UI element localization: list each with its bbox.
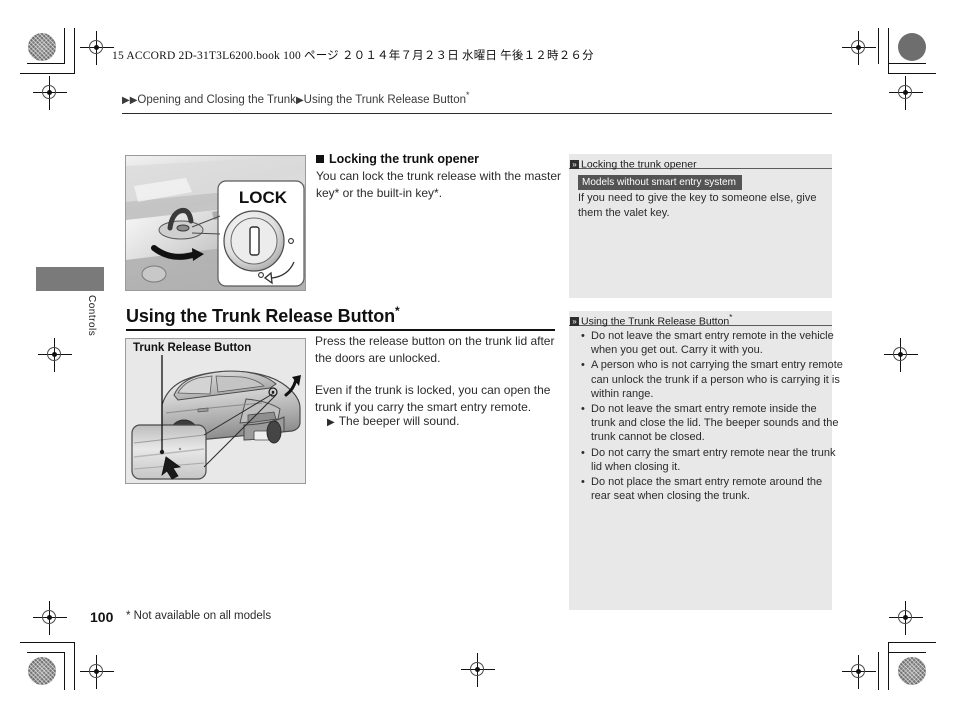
page-title-divider (126, 329, 555, 331)
list-item: Do not carry the smart entry remote near… (581, 446, 843, 474)
crop-line (20, 73, 75, 75)
side-panel-header: » Locking the trunk opener (569, 154, 832, 171)
crop-line (888, 642, 936, 644)
registration-target-top-left-inner (80, 31, 114, 65)
registration-target-bottom-center (461, 653, 495, 687)
subsection-heading-text: Locking the trunk opener (329, 152, 480, 166)
print-header-line: 15 ACCORD 2D-31T3L6200.book 100 ページ ２０１４… (112, 50, 594, 62)
list-item: Do not leave the smart entry remote insi… (581, 402, 843, 445)
halftone-dot-top-right (898, 33, 926, 61)
side-panel-title: Using the Trunk Release Button (581, 315, 730, 328)
double-chevron-right-icon: » (570, 316, 579, 326)
registration-target-bottom-left-inner (80, 655, 114, 689)
instruction-paragraph-1: Press the release button on the trunk li… (315, 334, 555, 365)
page-number: 100 (90, 609, 114, 625)
registration-target-top-right-inner (842, 31, 876, 65)
crop-line (64, 652, 66, 690)
crop-line (20, 642, 75, 644)
page-title: Using the Trunk Release Button* (126, 304, 400, 327)
crop-line (888, 642, 890, 690)
figure-trunk-lock-cylinder: LOCK (125, 155, 306, 291)
page-title-text: Using the Trunk Release Button (126, 306, 396, 326)
crop-line (64, 28, 66, 64)
beeper-note-text: The beeper will sound. (338, 414, 460, 428)
figure-trunk-release-button: Trunk Release Button (125, 338, 306, 484)
registration-target-top-left-outer (33, 76, 67, 110)
halftone-dot-bottom-left (28, 657, 56, 685)
list-item: A person who is not carrying the smart e… (581, 358, 843, 401)
registration-target-left-middle (38, 338, 72, 372)
subsection-heading: Locking the trunk opener (316, 152, 479, 166)
page-title-star: * (395, 304, 400, 318)
crop-line (74, 28, 76, 74)
figure-trunk-caption: Trunk Release Button (131, 342, 254, 354)
triangle-icon: ▶ (295, 94, 304, 106)
crop-line (74, 642, 76, 690)
crop-line (888, 652, 926, 654)
crop-line (888, 73, 936, 75)
registration-target-bottom-right-inner (842, 655, 876, 689)
chapter-tab-label: Controls (86, 295, 97, 337)
header-divider (122, 113, 832, 115)
footnote: * Not available on all models (126, 610, 272, 622)
side-panel-title: Locking the trunk opener (581, 158, 697, 171)
list-item: Do not place the smart entry remote arou… (581, 475, 843, 503)
beeper-note: ▶ The beeper will sound. (327, 414, 459, 428)
side-panel-note: If you need to give the key to someone e… (578, 192, 817, 219)
registration-target-bottom-left-outer (33, 601, 67, 635)
halftone-dot-bottom-right (898, 657, 926, 685)
side-panel-header: » Using the Trunk Release Button* (569, 311, 832, 328)
instruction-paragraph-2: Even if the trunk is locked, you can ope… (315, 383, 551, 414)
crop-line (888, 28, 890, 74)
figure-lock-caption: LOCK (239, 188, 288, 207)
breadcrumb-star: * (466, 90, 470, 100)
double-chevron-right-icon: » (570, 159, 579, 169)
registration-target-top-right-outer (889, 76, 923, 110)
side-panel-star: * (729, 313, 733, 322)
list-item: Do not leave the smart entry remote in t… (581, 329, 843, 357)
crop-line (878, 652, 880, 690)
double-triangle-icon: ▶▶ (122, 94, 138, 106)
triangle-icon: ▶ (327, 417, 335, 428)
status-badge: Models without smart entry system (578, 175, 742, 190)
square-bullet-icon (316, 155, 324, 163)
crop-line (888, 63, 926, 65)
subsection-body-text: You can lock the trunk release with the … (316, 169, 562, 200)
crop-line (27, 63, 65, 65)
halftone-dot-top-left (28, 33, 56, 61)
breadcrumb-current[interactable]: Using the Trunk Release Button (304, 94, 466, 106)
chapter-tab-marker (36, 267, 104, 291)
coupe-illustration-svg (126, 339, 305, 483)
breadcrumb-parent[interactable]: Opening and Closing the Trunk (137, 94, 296, 106)
crop-line (878, 28, 880, 64)
registration-target-bottom-right-outer (889, 601, 923, 635)
side-panel-using-trunk-release-button: »Using the Trunk Release Button* Do not … (569, 311, 843, 610)
trunk-lock-illustration-svg: LOCK (126, 156, 305, 290)
side-panel-locking-trunk-opener: » Locking the trunk opener Models without… (569, 154, 832, 298)
crop-line (27, 652, 65, 654)
breadcrumb: ▶▶Opening and Closing the Trunk▶Using th… (122, 90, 470, 106)
registration-target-right-middle (884, 338, 918, 372)
side-panel-bullet-list: Do not leave the smart entry remote in t… (575, 329, 843, 504)
